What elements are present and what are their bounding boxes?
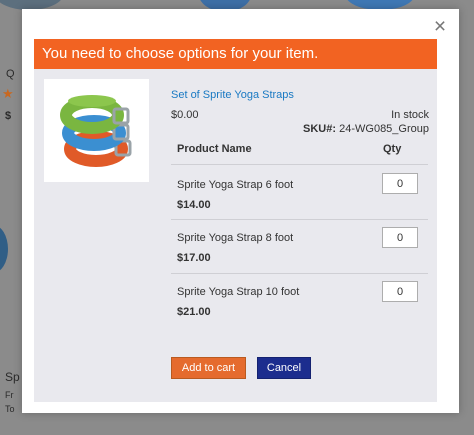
background-product-image xyxy=(0,225,8,273)
background-text: Fr xyxy=(5,390,14,400)
stock-status: In stock xyxy=(391,109,429,121)
table-divider xyxy=(171,273,428,274)
background-rating-star-icon: ★ xyxy=(2,86,14,101)
product-image xyxy=(44,79,149,182)
background-text: Q xyxy=(6,68,15,80)
product-sku: SKU#: 24-WG085_Group xyxy=(303,123,429,135)
sku-label: SKU#: xyxy=(303,123,337,135)
background-text: Sp xyxy=(5,370,20,384)
modal-content: You need to choose options for your item… xyxy=(34,39,437,402)
item-name: Sprite Yoga Strap 6 foot xyxy=(177,179,294,191)
qty-input-8-foot[interactable] xyxy=(382,227,418,248)
background-text: To xyxy=(5,404,15,414)
close-icon[interactable]: × xyxy=(429,15,451,37)
cancel-button[interactable]: Cancel xyxy=(257,357,311,379)
yoga-straps-image xyxy=(60,95,132,167)
item-name: Sprite Yoga Strap 10 foot xyxy=(177,286,300,298)
product-price: $0.00 xyxy=(171,109,199,121)
options-required-notice: You need to choose options for your item… xyxy=(34,39,437,69)
add-to-cart-button[interactable]: Add to cart xyxy=(171,357,246,379)
sku-value: 24-WG085_Group xyxy=(339,123,429,135)
table-divider xyxy=(171,219,428,220)
item-name: Sprite Yoga Strap 8 foot xyxy=(177,232,294,244)
background-text: $ xyxy=(5,110,12,122)
choose-options-modal: × You need to choose options for your it… xyxy=(22,9,459,413)
column-header-qty: Qty xyxy=(383,143,402,155)
item-price: $21.00 xyxy=(177,306,211,318)
green-strap-shape xyxy=(60,95,130,134)
item-price: $17.00 xyxy=(177,252,211,264)
qty-input-10-foot[interactable] xyxy=(382,281,418,302)
column-header-product-name: Product Name xyxy=(177,143,252,155)
item-price: $14.00 xyxy=(177,199,211,211)
product-name-link[interactable]: Set of Sprite Yoga Straps xyxy=(171,89,294,101)
qty-input-6-foot[interactable] xyxy=(382,173,418,194)
table-divider xyxy=(171,164,428,165)
